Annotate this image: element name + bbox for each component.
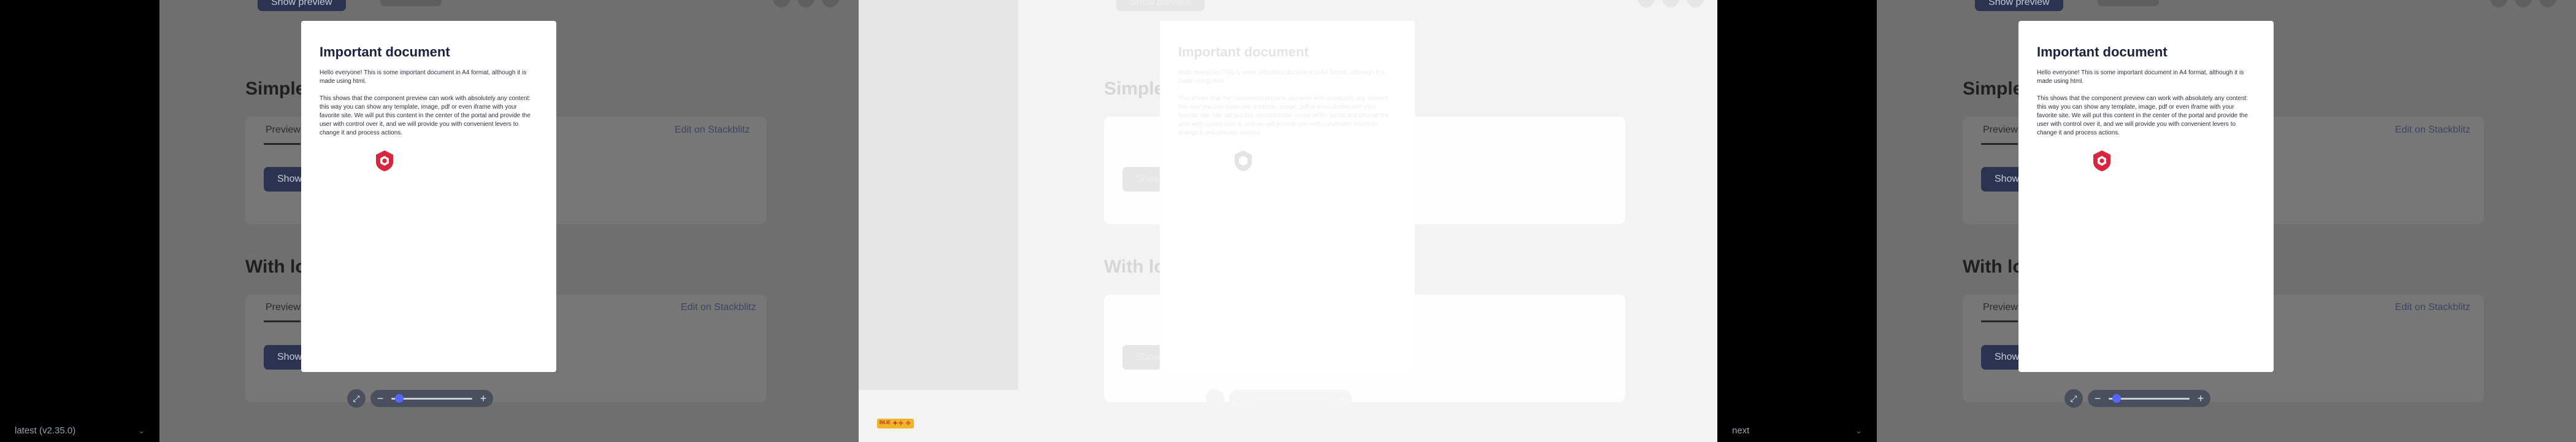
zoom-slider-track[interactable] — [1250, 398, 1331, 400]
version-label: next — [1732, 425, 1750, 436]
document-paragraph: Hello everyone! This is some important d… — [1178, 69, 1386, 85]
zoom-pill: − + — [370, 390, 493, 407]
taiga-shield-icon — [1235, 150, 1252, 171]
stackblitz-link[interactable]: Edit on Stackblitz — [2395, 125, 2471, 136]
document-paragraph: This shows that the component preview ca… — [320, 95, 531, 136]
tab-underline — [264, 143, 301, 145]
tab-preview[interactable]: Preview — [1983, 125, 2018, 136]
taiga-shield-icon — [376, 150, 393, 171]
version-label: latest (v2.35.0) — [15, 425, 76, 436]
zoom-pill: − + — [2088, 390, 2210, 407]
show-preview-button[interactable]: Show preview — [1975, 0, 2063, 11]
taiga-shield-icon — [2093, 150, 2110, 171]
stackblitz-link[interactable]: Edit on Stackblitz — [675, 125, 750, 136]
ghost-button[interactable] — [2098, 0, 2159, 6]
stackblitz-link[interactable]: Edit on Stackblitz — [681, 302, 756, 313]
version-select[interactable]: latest (v2.35.0) ⌄ — [0, 420, 159, 442]
zoom-out-button[interactable]: − — [2090, 390, 2105, 407]
stackblitz-link[interactable]: Edit on Stackblitz — [2395, 302, 2471, 313]
ghost-button[interactable] — [380, 0, 442, 6]
document-preview: Important document Hello everyone! This … — [2018, 21, 2274, 372]
rotate-icon[interactable]: ⤢ — [2064, 389, 2083, 408]
rotate-icon[interactable]: ⤢ — [1206, 389, 1224, 408]
zoom-pill: − + — [1229, 390, 1352, 407]
tab-preview[interactable]: Preview — [1983, 302, 2018, 313]
toolbar-icon[interactable] — [1662, 0, 1679, 7]
tab-underline — [1981, 143, 2018, 145]
document-title: Important document — [1178, 44, 1309, 60]
toolbar-icon[interactable] — [2539, 0, 2556, 7]
zoom-slider-thumb[interactable] — [2112, 394, 2121, 403]
toolbar-icon[interactable] — [1638, 0, 1655, 7]
sidebar — [859, 0, 1018, 390]
document-preview: Important document Hello everyone! This … — [1160, 21, 1415, 372]
zoom-out-button[interactable]: − — [373, 390, 388, 407]
document-title: Important document — [2037, 44, 2168, 60]
tab-preview[interactable]: Preview — [266, 302, 301, 313]
tab-underline — [264, 320, 301, 322]
env-badge: ᴮᴵᴸᴵᴱ ✦✧ ✧ — [877, 419, 914, 428]
show-preview-button[interactable]: Show preview — [1116, 0, 1205, 11]
version-select[interactable]: next ⌄ — [1717, 420, 1877, 442]
toolbar-icon[interactable] — [822, 0, 839, 7]
toolbar-icon[interactable] — [2490, 0, 2507, 7]
document-paragraph: Hello everyone! This is some important d… — [320, 69, 527, 85]
chevron-down-icon: ⌄ — [138, 426, 145, 435]
tab-underline — [1981, 320, 2018, 322]
zoom-out-button[interactable]: − — [1232, 390, 1246, 407]
document-paragraph: This shows that the component preview ca… — [1178, 95, 1390, 136]
tab-preview[interactable]: Preview — [266, 125, 301, 136]
frame-1: Show preview Simple i Preview Edit on St… — [0, 0, 859, 442]
toolbar-icon[interactable] — [797, 0, 815, 7]
document-paragraph: Hello everyone! This is some important d… — [2037, 69, 2244, 85]
document-paragraph: This shows that the component preview ca… — [2037, 95, 2248, 136]
toolbar-icon[interactable] — [1687, 0, 1704, 7]
frame-2: Show preview Simple i Show With lo Show … — [859, 0, 1717, 442]
toolbar-icon[interactable] — [773, 0, 790, 7]
document-preview: Important document Hello everyone! This … — [301, 21, 556, 372]
frame-3: Show preview Simple i Preview Edit on St… — [1717, 0, 2576, 442]
zoom-in-button[interactable]: + — [476, 390, 491, 407]
show-preview-button[interactable]: Show preview — [258, 0, 346, 11]
zoom-in-button[interactable]: + — [2193, 390, 2208, 407]
rotate-icon[interactable]: ⤢ — [347, 389, 366, 408]
document-title: Important document — [320, 44, 450, 60]
section-title: With lo — [1104, 257, 1165, 277]
zoom-in-button[interactable]: + — [1335, 390, 1349, 407]
toolbar-icon[interactable] — [2515, 0, 2532, 7]
chevron-down-icon: ⌄ — [1855, 426, 1862, 435]
zoom-slider-thumb[interactable] — [395, 394, 404, 403]
